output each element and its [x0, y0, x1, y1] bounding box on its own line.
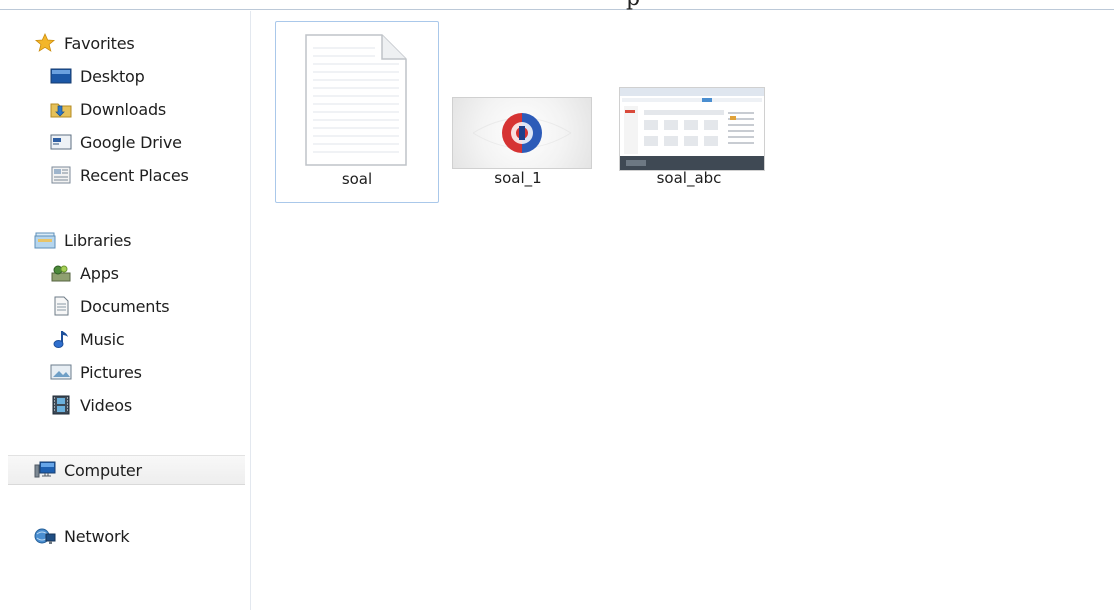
- nav-libraries-label: Libraries: [64, 230, 132, 250]
- nav-item-recent-places-label: Recent Places: [80, 165, 189, 185]
- nav-item-pictures[interactable]: Pictures: [50, 357, 240, 387]
- nav-item-music[interactable]: Music: [50, 324, 240, 354]
- nav-item-downloads-label: Downloads: [80, 99, 167, 119]
- file-item-soal[interactable]: soal: [275, 21, 439, 203]
- nav-item-videos[interactable]: Videos: [50, 390, 240, 420]
- nav-item-apps[interactable]: Apps: [50, 258, 240, 288]
- nav-network-label: Network: [64, 526, 130, 546]
- nav-item-music-label: Music: [80, 329, 125, 349]
- nav-item-downloads[interactable]: Downloads: [50, 94, 240, 124]
- file-item-soal-abc[interactable]: soal_abc: [607, 21, 771, 203]
- music-icon: [50, 329, 72, 349]
- emblem-icon: [472, 113, 572, 153]
- nav-item-documents[interactable]: Documents: [50, 291, 240, 321]
- window-top-border: [0, 0, 1114, 10]
- blank-document-icon: [305, 34, 407, 166]
- file-name-soal-abc: soal_abc: [656, 169, 722, 187]
- navigation-pane[interactable]: Favorites Desktop Downloads Google Drive…: [0, 11, 251, 610]
- nav-item-apps-label: Apps: [80, 263, 119, 283]
- file-list-content-area[interactable]: soal soal_1 soal_abc: [252, 11, 1114, 610]
- window-title-fragment: p: [626, 0, 640, 10]
- nav-item-google-drive[interactable]: Google Drive: [50, 127, 240, 157]
- downloads-folder-icon: [50, 99, 72, 119]
- network-icon: [34, 526, 56, 546]
- file-name-soal: soal: [341, 170, 373, 188]
- desktop-icon: [50, 66, 72, 86]
- nav-favorites-label: Favorites: [64, 33, 135, 53]
- documents-icon: [50, 296, 72, 316]
- favorites-star-icon: [34, 33, 56, 53]
- nav-libraries[interactable]: Libraries: [34, 225, 240, 255]
- recent-places-icon: [50, 165, 72, 185]
- nav-computer[interactable]: Computer: [8, 455, 245, 485]
- nav-item-recent-places[interactable]: Recent Places: [50, 160, 240, 190]
- image-thumbnail-emblem: [452, 97, 592, 169]
- nav-item-google-drive-label: Google Drive: [80, 132, 182, 152]
- nav-item-desktop[interactable]: Desktop: [50, 61, 240, 91]
- nav-network[interactable]: Network: [34, 521, 240, 551]
- computer-icon: [34, 460, 56, 480]
- nav-favorites[interactable]: Favorites: [34, 28, 240, 58]
- nav-item-desktop-label: Desktop: [80, 66, 145, 86]
- nav-item-documents-label: Documents: [80, 296, 170, 316]
- apps-icon: [50, 263, 72, 283]
- nav-item-pictures-label: Pictures: [80, 362, 142, 382]
- google-drive-icon: [50, 132, 72, 152]
- pictures-icon: [50, 362, 72, 382]
- nav-item-videos-label: Videos: [80, 395, 132, 415]
- nav-computer-label: Computer: [64, 460, 142, 480]
- file-item-soal-1[interactable]: soal_1: [436, 21, 600, 203]
- file-name-soal-1: soal_1: [494, 169, 542, 187]
- screenshot-preview-icon: [620, 88, 764, 170]
- image-thumbnail-screenshot: [619, 87, 765, 171]
- libraries-icon: [34, 230, 56, 250]
- videos-icon: [50, 395, 72, 415]
